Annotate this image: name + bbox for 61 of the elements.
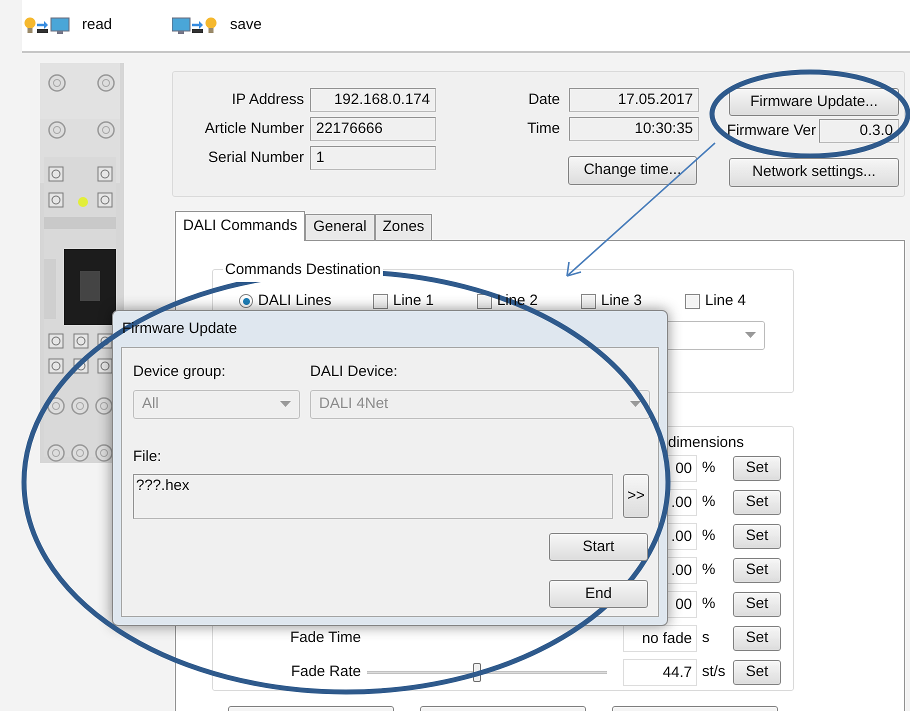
row-label: Fade Time [290,628,361,648]
checkbox-label: Line 3 [601,291,642,311]
change-time-button[interactable]: Change time... [568,156,697,185]
toolbar-button[interactable]: read [24,14,112,37]
tab[interactable]: DALI Commands [175,211,306,241]
set-button[interactable]: Set [733,558,781,582]
bulb-arrow-monitor-icon [24,16,70,35]
checkbox[interactable] [581,294,596,309]
field-label: Time [526,118,561,139]
file-path-field[interactable]: ???.hex [133,474,613,519]
set-button[interactable]: Set [733,456,781,480]
info-field[interactable]: 22176666 [310,117,436,141]
monitor-arrow-bulb-icon [172,16,218,35]
info-field[interactable]: 10:30:35 [569,117,699,141]
row-label: Fade Rate [290,662,361,682]
set-button[interactable]: Set [733,490,781,514]
dialog-button[interactable]: Start [549,533,648,561]
firmware-update-button[interactable]: Firmware Update... [729,88,899,116]
radio-button[interactable] [239,294,253,308]
field-label: DALI Device: [310,362,399,382]
checkbox[interactable] [373,294,388,309]
network-settings-button[interactable]: Network settings... [729,158,899,187]
dialog-button[interactable]: End [549,580,648,608]
group-title: dimensions [668,433,745,452]
field-label: Device group: [133,362,227,382]
field-label: Firmware Ver [726,120,817,141]
unit-label: % [701,526,716,546]
field-label: IP Address [230,90,305,110]
unit-label: % [701,594,716,614]
info-field[interactable]: 192.168.0.174 [310,88,436,112]
set-button[interactable]: Set [733,660,781,684]
field-label: File: [133,446,162,466]
caret-icon [630,401,641,407]
field-label: Serial Number [207,148,305,168]
unit-label: st/s [701,662,726,682]
checkbox-label: Line 4 [705,291,746,311]
tab[interactable]: Zones [374,214,432,240]
toolbar-button[interactable]: save [172,14,262,37]
value-field[interactable]: no fade [623,624,697,652]
info-field[interactable]: 1 [310,146,436,170]
unit-label: % [701,458,716,478]
field-label: Article Number [204,118,305,139]
value-field[interactable]: 44.7 [623,658,697,686]
tab[interactable]: General [305,214,375,240]
info-field[interactable]: 17.05.2017 [569,88,699,112]
radio-label: DALI Lines [258,291,332,311]
unit-label: s [701,628,710,648]
unit-label: % [701,492,716,512]
set-button[interactable]: Set [733,592,781,616]
dropdown-value: DALI 4Net [319,394,388,414]
dropdown-value: All [142,394,159,414]
checkbox-label: Line 1 [393,291,434,311]
unit-label: % [701,560,716,580]
field-label: Date [527,90,561,110]
info-field[interactable]: 0.3.0 [819,119,899,143]
checkbox[interactable] [685,294,700,309]
caret-icon [280,401,291,407]
set-button[interactable]: Set [733,626,781,650]
caret-icon [745,332,756,338]
browse-button[interactable]: >> [623,474,649,518]
set-button[interactable]: Set [733,524,781,548]
